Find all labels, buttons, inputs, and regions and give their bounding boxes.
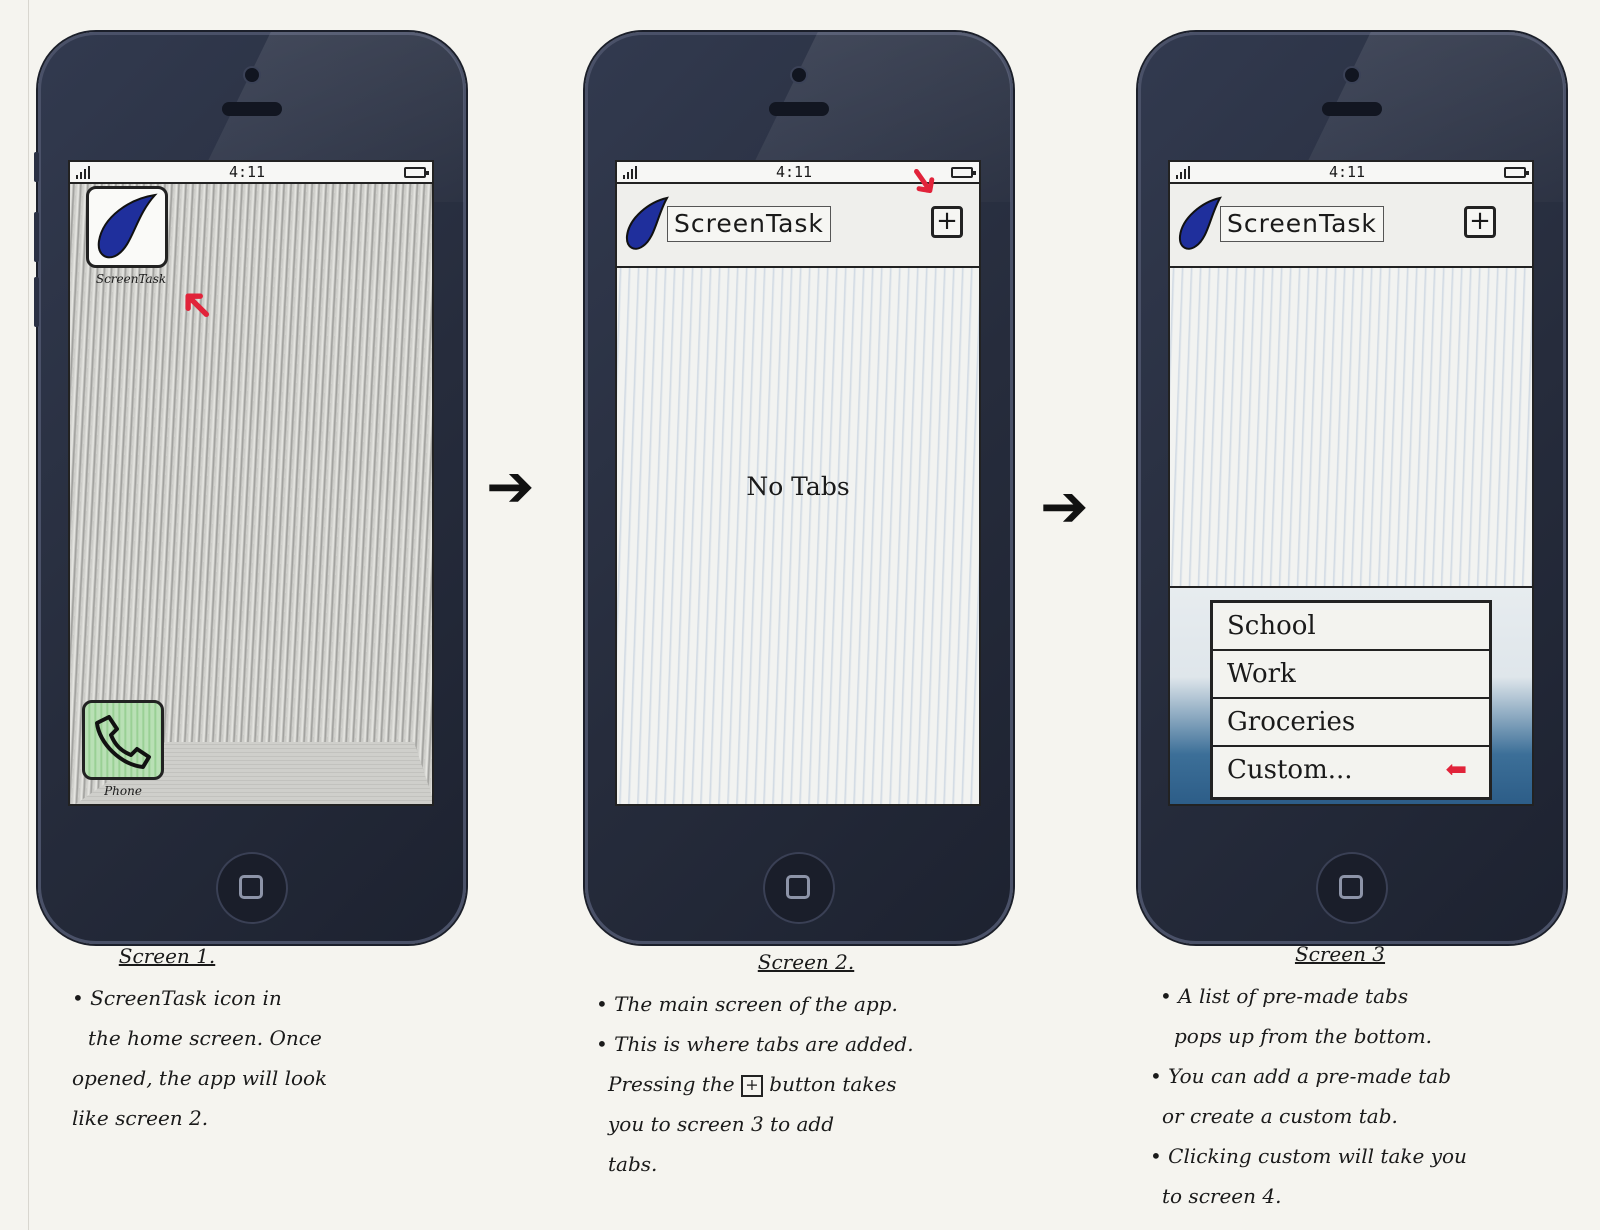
tab-option-custom[interactable]: Custom... ⬅ [1213, 747, 1489, 795]
signal-icon [623, 165, 637, 179]
empty-state-message: No Tabs [746, 472, 850, 501]
battery-icon [1504, 166, 1529, 178]
right-arrow-icon: ➔ [486, 452, 535, 520]
signal-icon [76, 165, 90, 179]
caption-line: or create a custom tab. [1162, 1104, 1398, 1128]
tab-picker-screen: 4:11 ScreenTask + School Work Groceries … [1168, 160, 1534, 806]
home-button[interactable] [216, 852, 288, 924]
caption-screen-1: Screen 1. • ScreenTask icon in the home … [72, 936, 462, 1138]
caption-screen-2: Screen 2. • The main screen of the app. … [596, 942, 1016, 1184]
status-time: 4:11 [1328, 163, 1366, 181]
status-bar: 4:11 [70, 162, 432, 184]
caption-screen-3: Screen 3 • A list of pre-made tabs pops … [1150, 934, 1570, 1216]
earpiece-speaker [222, 102, 282, 116]
battery-icon [951, 166, 976, 178]
tab-options-list: School Work Groceries Custom... ⬅ [1210, 600, 1492, 800]
front-camera [792, 68, 806, 82]
caption-line: opened, the app will look [72, 1066, 328, 1090]
caption-line: • You can add a pre-made tab [1150, 1064, 1452, 1088]
tab-option-groceries[interactable]: Groceries [1213, 699, 1489, 747]
caption-title: Screen 3 [1294, 942, 1386, 966]
caption-line: • ScreenTask icon in [72, 986, 282, 1010]
status-time: 4:11 [775, 163, 813, 181]
screentask-logo-icon [1178, 196, 1222, 250]
phone-icon-label: Phone [104, 784, 142, 798]
caption-line: the home screen. Once [88, 1026, 322, 1050]
earpiece-speaker [1322, 102, 1382, 116]
screentask-logo-icon [97, 193, 158, 259]
tab-option-work[interactable]: Work [1213, 651, 1489, 699]
home-screen: 4:11 ScreenTask ➜ Phone [68, 160, 434, 806]
caption-line: Pressing the + button takes [596, 1064, 1016, 1104]
status-bar: 4:11 [1170, 162, 1532, 184]
front-camera [1345, 68, 1359, 82]
caption-line: pops up from the bottom. [1174, 1024, 1433, 1048]
caption-line: • The main screen of the app. [596, 992, 898, 1016]
caption-line: tabs. [608, 1152, 658, 1176]
app-title: ScreenTask [667, 206, 831, 242]
tab-option-school[interactable]: School [1213, 603, 1489, 651]
right-arrow-icon: ➔ [1040, 472, 1089, 540]
home-button[interactable] [763, 852, 835, 924]
battery-icon [404, 166, 429, 178]
earpiece-speaker [769, 102, 829, 116]
app-title: ScreenTask [1220, 206, 1384, 242]
screentask-logo-icon [625, 196, 669, 250]
front-camera [245, 68, 259, 82]
caption-title: Screen 1. [118, 944, 216, 968]
caption-line: • This is where tabs are added. [596, 1032, 914, 1056]
premade-tabs-sheet: School Work Groceries Custom... ⬅ [1170, 586, 1532, 804]
phone-mockup-3: 4:11 ScreenTask + School Work Groceries … [1138, 32, 1566, 944]
caption-line: you to screen 3 to add [608, 1112, 834, 1136]
signal-icon [1176, 165, 1190, 179]
caption-text: button takes [769, 1072, 897, 1096]
add-tab-button[interactable]: + [1464, 206, 1496, 238]
phone-handset-icon [95, 715, 151, 769]
red-arrow-icon: ⬅ [1445, 755, 1467, 785]
status-time: 4:11 [228, 163, 266, 181]
custom-option-label: Custom... [1227, 755, 1353, 785]
phone-app-icon[interactable] [82, 700, 164, 780]
screentask-app-icon[interactable] [86, 186, 168, 268]
app-icon-label: ScreenTask [95, 272, 167, 286]
caption-line: to screen 4. [1162, 1184, 1282, 1208]
app-nav-bar: ScreenTask + [1170, 184, 1532, 268]
caption-line: • A list of pre-made tabs [1160, 984, 1409, 1008]
caption-text: Pressing the [608, 1072, 735, 1096]
paper-margin-line [28, 0, 29, 1230]
caption-title: Screen 2. [757, 950, 855, 974]
phone-mockup-2: 4:11 ScreenTask + ➜ No Tabs [585, 32, 1013, 944]
phone-mockup-1: 4:11 ScreenTask ➜ Phone [34, 32, 466, 944]
caption-line: • Clicking custom will take you [1150, 1144, 1467, 1168]
home-button[interactable] [1316, 852, 1388, 924]
main-screen: 4:11 ScreenTask + ➜ No Tabs [615, 160, 981, 806]
caption-line: like screen 2. [72, 1106, 209, 1130]
plus-box-icon: + [740, 1074, 763, 1097]
add-tab-button[interactable]: + [931, 206, 963, 238]
